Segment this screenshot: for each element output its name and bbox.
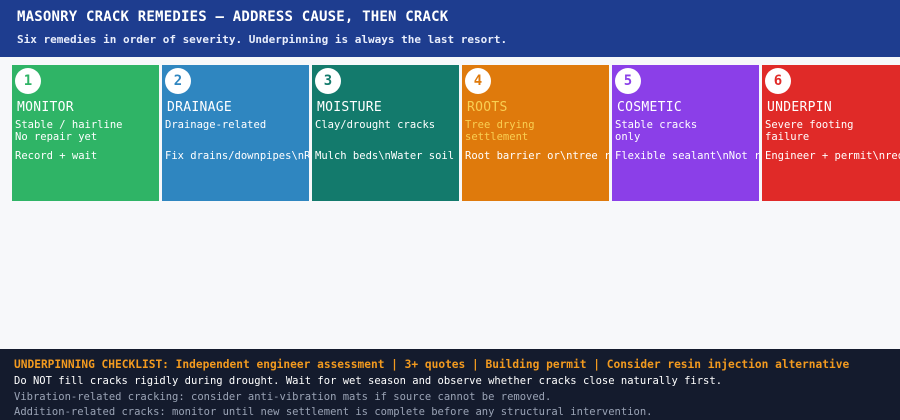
remedy-card-underpin: 6 UNDERPIN Severe footing failure Engine…	[762, 65, 900, 201]
remedy-description: Severe footing failure	[765, 119, 854, 143]
page: MASONRY CRACK REMEDIES — ADDRESS CAUSE, …	[0, 0, 900, 420]
remedy-action: Mulch beds\nWater soil m	[315, 150, 459, 162]
page-title: MASONRY CRACK REMEDIES — ADDRESS CAUSE, …	[17, 9, 449, 25]
remedy-description: Clay/drought cracks	[315, 119, 436, 131]
remedy-description: Stable / hairline No repair yet	[15, 119, 123, 143]
remedy-action: Flexible sealant\nNot ri	[615, 150, 759, 162]
remedy-description: Stable cracks only	[615, 119, 698, 143]
remedy-description: Drainage-related	[165, 119, 267, 131]
remedy-title: MONITOR	[17, 100, 74, 115]
step-number-badge: 5	[615, 68, 641, 94]
remedy-action: Record + wait	[15, 150, 98, 162]
remedy-action: Engineer + permit\nreq	[765, 150, 900, 162]
remedy-action: Fix drains/downpipes\nRa	[165, 150, 309, 162]
step-number-badge: 3	[315, 68, 341, 94]
remedy-title: DRAINAGE	[167, 100, 233, 115]
remedy-description: Tree drying settlement	[465, 119, 535, 143]
header-banner: MASONRY CRACK REMEDIES — ADDRESS CAUSE, …	[0, 0, 900, 57]
remedy-cards: 1 MONITOR Stable / hairline No repair ye…	[0, 65, 900, 201]
step-number-badge: 1	[15, 68, 41, 94]
remedy-card-drainage: 2 DRAINAGE Drainage-related Fix drains/d…	[162, 65, 309, 201]
remedy-title: COSMETIC	[617, 100, 683, 115]
step-number-badge: 6	[765, 68, 791, 94]
remedy-title: ROOTS	[467, 100, 508, 115]
underpinning-checklist: UNDERPINNING CHECKLIST: Independent engi…	[14, 358, 850, 371]
drought-warning-note: Do NOT fill cracks rigidly during drough…	[14, 375, 723, 387]
remedy-action: Root barrier or\ntree re	[465, 150, 609, 162]
step-number-badge: 4	[465, 68, 491, 94]
step-number-badge: 2	[165, 68, 191, 94]
addition-note: Addition-related cracks: monitor until n…	[14, 406, 653, 418]
remedy-title: MOISTURE	[317, 100, 383, 115]
remedy-card-moisture: 3 MOISTURE Clay/drought cracks Mulch bed…	[312, 65, 459, 201]
remedy-card-roots: 4 ROOTS Tree drying settlement Root barr…	[462, 65, 609, 201]
page-subtitle: Six remedies in order of severity. Under…	[17, 33, 508, 46]
remedy-card-cosmetic: 5 COSMETIC Stable cracks only Flexible s…	[612, 65, 759, 201]
footer-notes: UNDERPINNING CHECKLIST: Independent engi…	[0, 349, 900, 420]
remedy-card-monitor: 1 MONITOR Stable / hairline No repair ye…	[12, 65, 159, 201]
remedy-title: UNDERPIN	[767, 100, 833, 115]
vibration-note: Vibration-related cracking: consider ant…	[14, 391, 552, 403]
